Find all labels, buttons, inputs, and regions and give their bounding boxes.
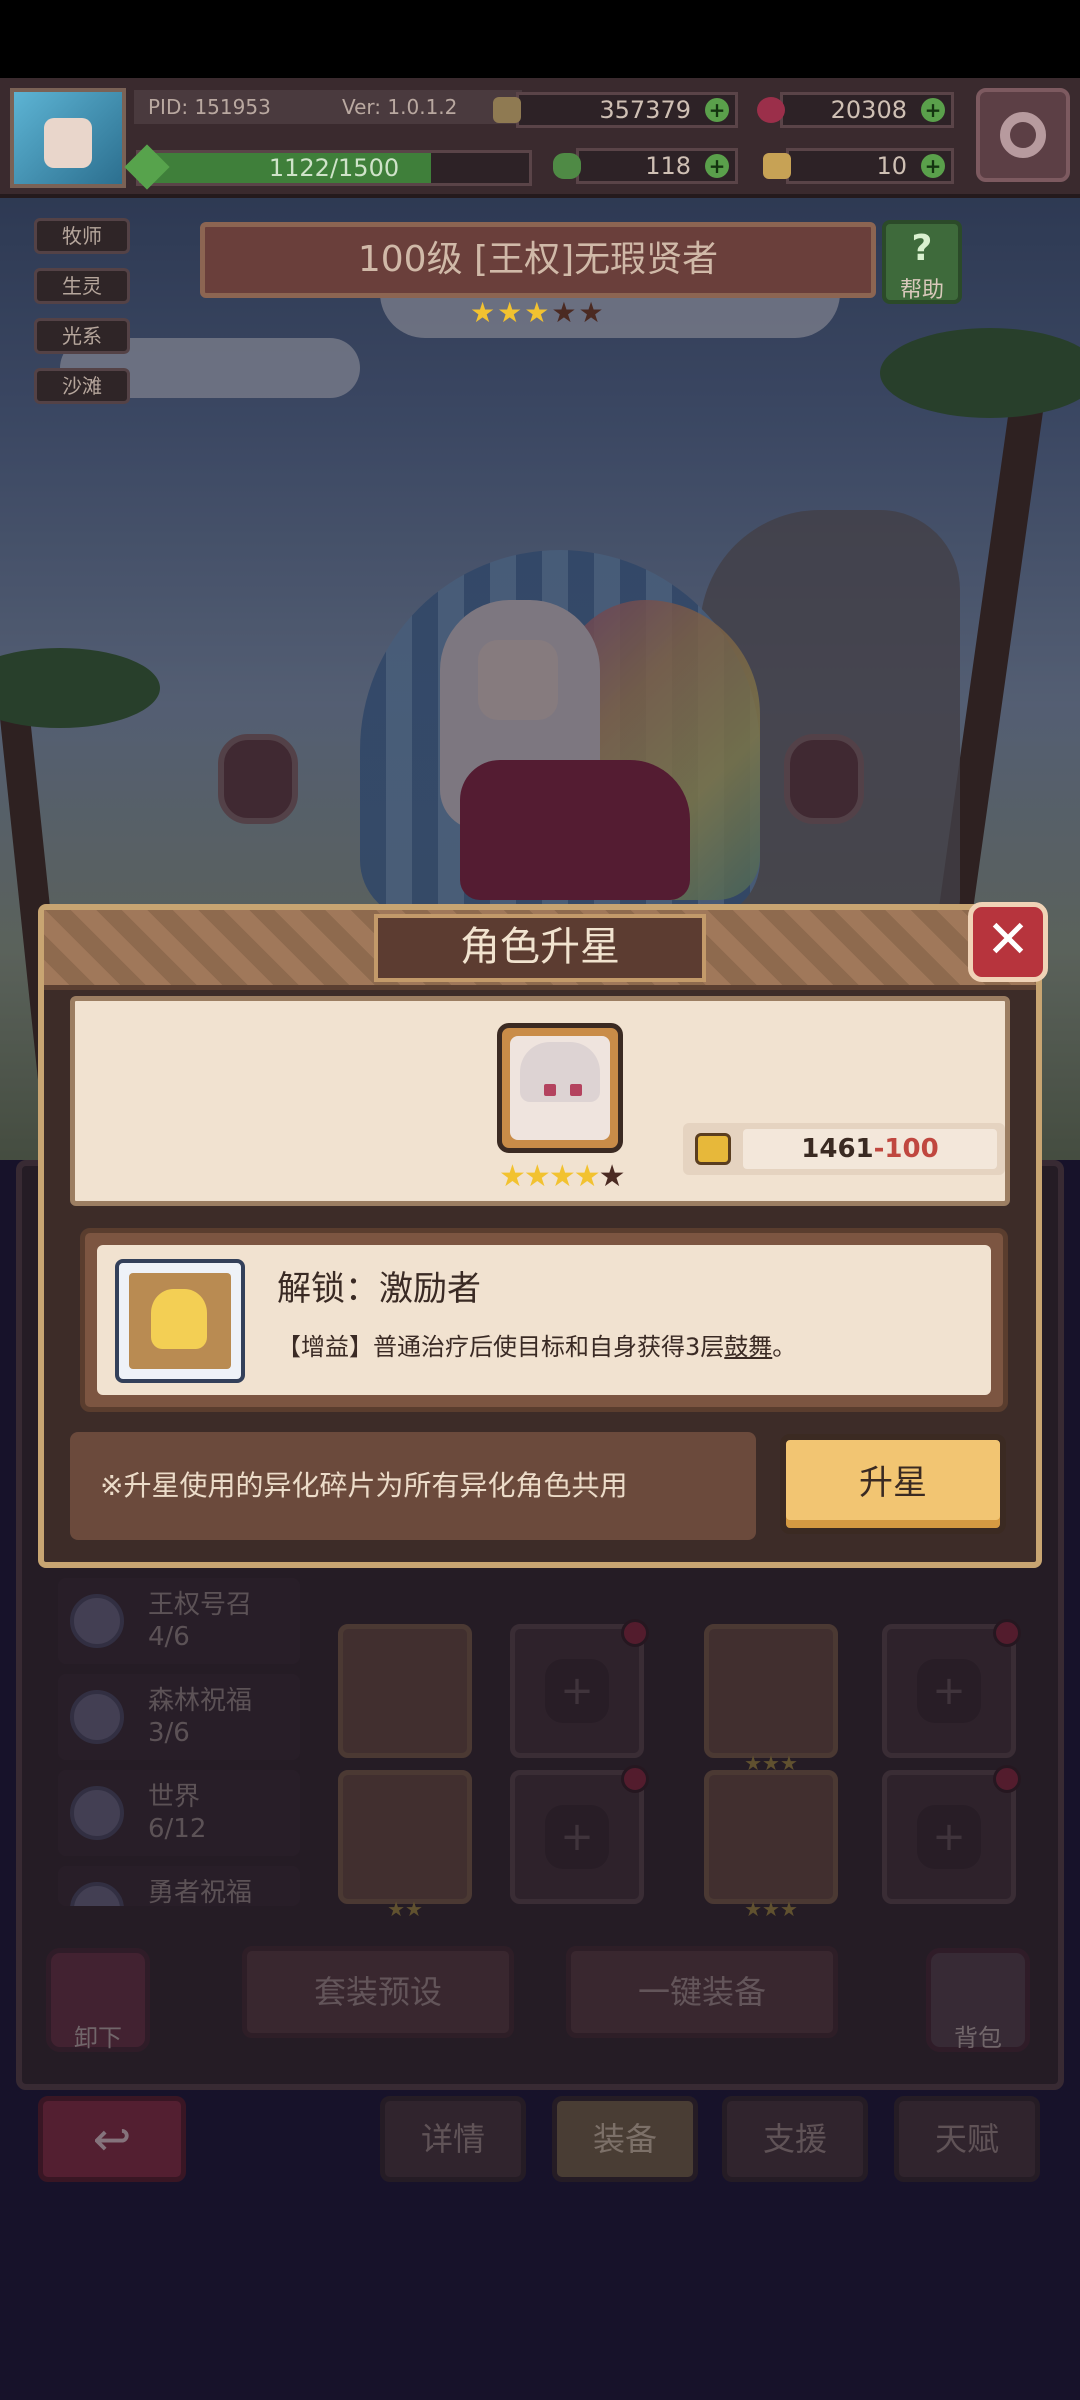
hero-stars: ★★★★★ (470, 296, 610, 329)
unlock-title: 解锁：激励者 (277, 1269, 481, 1309)
question-icon: ? (911, 228, 933, 269)
star-empty-icon: ★ (551, 296, 579, 329)
star-filled-icon: ★ (497, 296, 525, 329)
tag-element: 光系 (34, 318, 130, 354)
gear-icon (1000, 112, 1046, 158)
star-empty-icon: ★ (578, 296, 606, 329)
status-bar (0, 0, 1080, 78)
clover-counter: 118 + (553, 148, 738, 184)
portrait-image (510, 1036, 610, 1140)
unlock-inner: 解锁：激励者 【增益】普通治疗后使目标和自身获得3层鼓舞。 (97, 1245, 991, 1395)
star-filled-icon: ★ (524, 296, 552, 329)
tag-theme: 沙滩 (34, 368, 130, 404)
exp-bar: 1122/1500 (124, 144, 532, 190)
skill-icon-frame (129, 1273, 231, 1369)
add-clover-button[interactable]: + (705, 154, 729, 178)
modal-title: 角色升星 (374, 914, 706, 982)
shard-counter: 1461-100 (683, 1123, 1005, 1175)
motivator-icon (151, 1289, 207, 1349)
tag-class: 牧师 (34, 218, 130, 254)
add-gold-button[interactable]: + (705, 98, 729, 122)
star-filled-icon: ★ (470, 296, 498, 329)
gold-value: 357379 (599, 96, 691, 124)
portrait-eye (570, 1084, 582, 1096)
unlock-description: 【增益】普通治疗后使目标和自身获得3层鼓舞。 (277, 1327, 796, 1362)
modal-header: 角色升星 (44, 910, 1036, 990)
exp-text: 1122/1500 (268, 154, 400, 182)
star-filled-icon: ★ (548, 1159, 576, 1194)
key-value: 10 (876, 152, 907, 180)
hero-star-rating: ★★★★★ (499, 1159, 639, 1195)
portrait-eye (544, 1084, 556, 1096)
add-gem-button[interactable]: + (921, 98, 945, 122)
shard-value: 1461-100 (743, 1129, 997, 1169)
settings-button[interactable] (976, 88, 1070, 182)
player-avatar[interactable] (10, 88, 126, 188)
keyword-link[interactable]: 鼓舞 (724, 1333, 772, 1361)
hero-title-banner: 100级 [王权]无瑕贤者 (200, 222, 876, 298)
top-hud: PID: 151953 Ver: 1.0.1.2 357379 + 20308 … (0, 78, 1080, 198)
avatar-face (44, 118, 92, 168)
shard-have: 1461 (801, 1134, 874, 1164)
gem-counter: 20308 + (757, 92, 954, 128)
help-label: 帮助 (899, 278, 944, 303)
tag-race: 生灵 (34, 268, 130, 304)
gem-icon (757, 97, 785, 123)
star-filled-icon: ★ (523, 1159, 551, 1194)
unlock-desc-prefix: 【增益】普通治疗后使目标和自身获得3层 (277, 1333, 725, 1361)
hero-portrait (497, 1023, 623, 1153)
key-icon (763, 153, 791, 179)
player-id: PID: 151953 (134, 90, 342, 124)
star-empty-icon: ★ (598, 1159, 626, 1194)
star-up-button[interactable]: 升星 (780, 1434, 1006, 1534)
gem-value: 20308 (830, 96, 907, 124)
shard-icon (695, 1133, 731, 1165)
shard-note: ※升星使用的异化碎片为所有异化角色共用 (70, 1432, 756, 1540)
key-counter: 10 + (763, 148, 954, 184)
add-key-button[interactable]: + (921, 154, 945, 178)
clover-value: 118 (645, 152, 691, 180)
star-filled-icon: ★ (573, 1159, 601, 1194)
unlock-desc-suffix: 。 (772, 1333, 797, 1361)
clover-icon (553, 153, 581, 179)
close-button[interactable]: ✕ (968, 902, 1048, 982)
coin-icon (493, 97, 521, 123)
star-up-modal: 角色升星 ✕ ★★★★★ 1461-100 解锁：激励者 【增益】普通治疗后使目… (38, 902, 1048, 1568)
shard-cost: -100 (873, 1134, 939, 1164)
portrait-hair (520, 1042, 600, 1102)
gold-counter: 357379 + (493, 92, 738, 128)
hero-summary: ★★★★★ 1461-100 (70, 996, 1010, 1206)
unlock-panel: 解锁：激励者 【增益】普通治疗后使目标和自身获得3层鼓舞。 (80, 1228, 1008, 1412)
star-filled-icon: ★ (499, 1159, 526, 1194)
help-button[interactable]: ? 帮助 (882, 220, 962, 304)
skill-icon[interactable] (115, 1259, 245, 1383)
